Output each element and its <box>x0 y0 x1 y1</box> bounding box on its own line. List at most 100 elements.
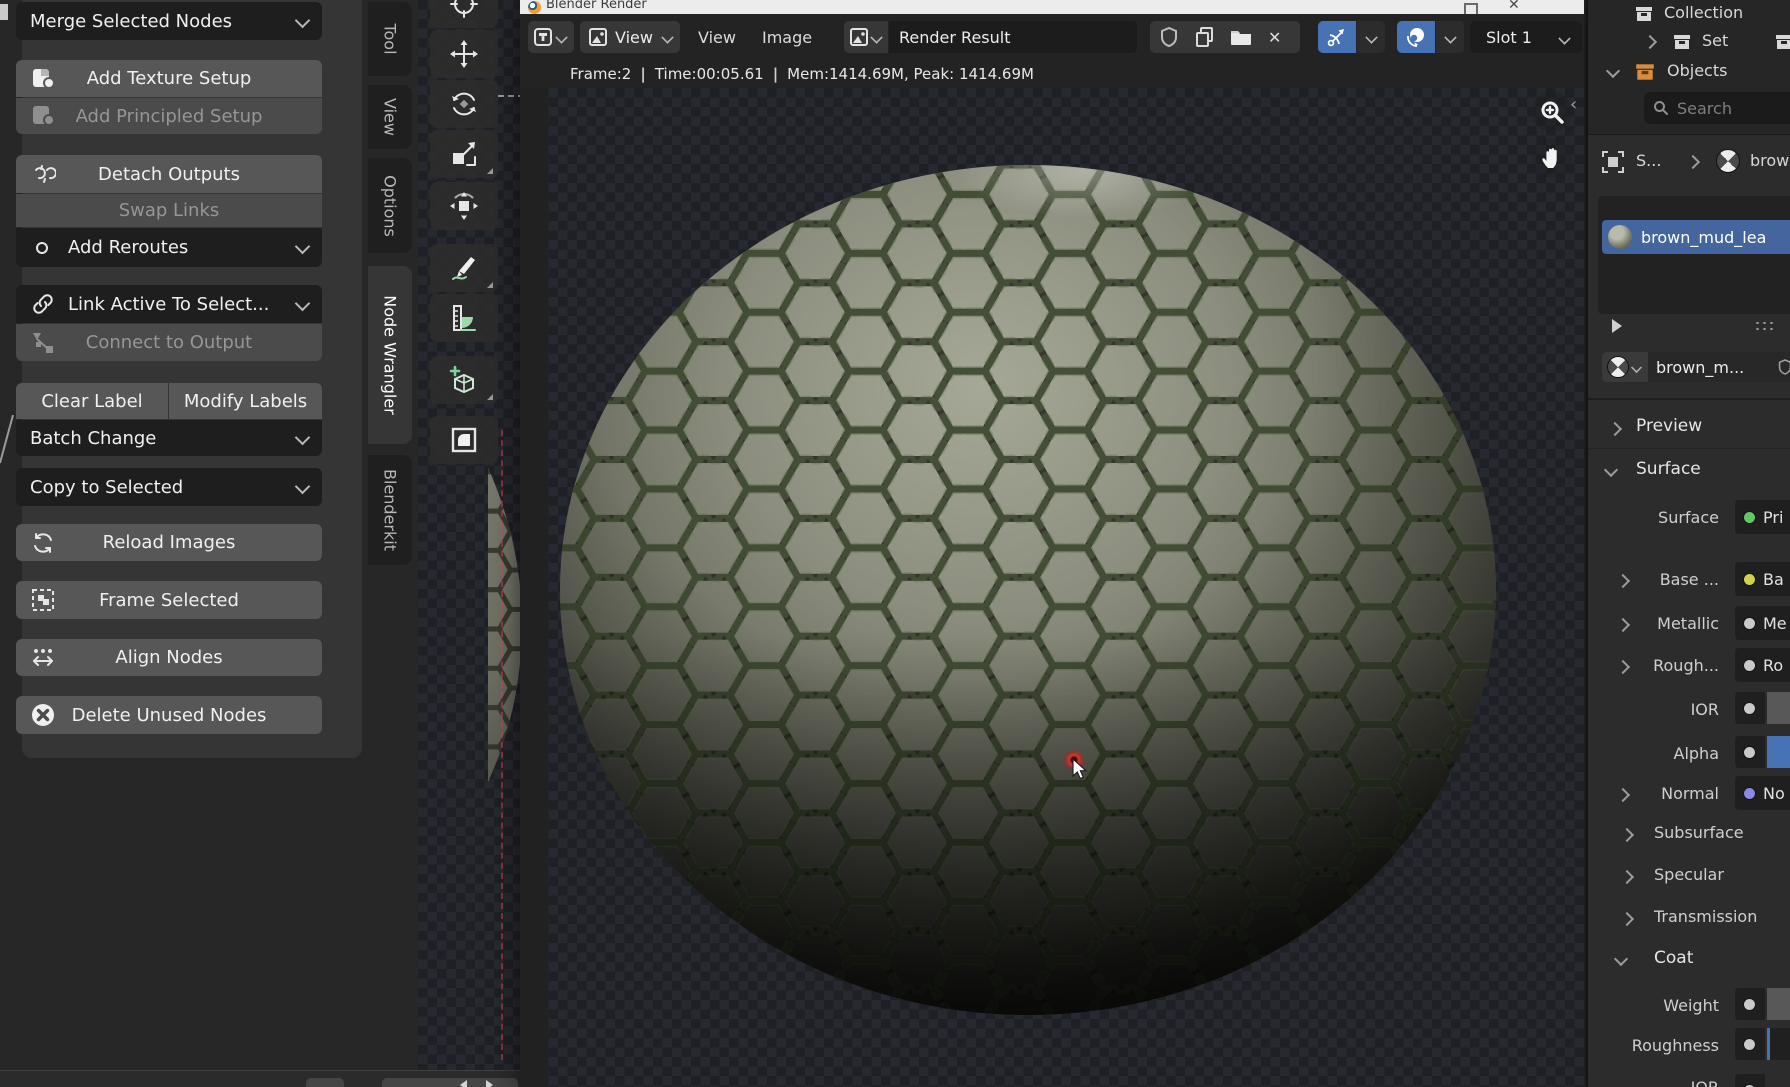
section-coat[interactable]: Coat <box>1654 948 1693 968</box>
outliner-row-objects[interactable]: Objects <box>1667 61 1727 80</box>
delete-unused-nodes-button[interactable]: Delete Unused Nodes <box>16 696 322 734</box>
prop-label-metallic: Metallic <box>1588 614 1719 633</box>
material-name-field[interactable]: brown_m... <box>1648 352 1790 382</box>
coat-ior-socket-button[interactable] <box>1735 1074 1765 1087</box>
collapse-arrow-icon[interactable] <box>1604 463 1618 477</box>
subpanel-transmission[interactable]: Transmission <box>1654 907 1757 926</box>
slot-dropdown[interactable]: Slot 1 <box>1470 21 1582 53</box>
editor-type-button[interactable] <box>528 21 574 53</box>
modify-labels-button[interactable]: Modify Labels <box>169 383 322 419</box>
material-browse-button[interactable] <box>1602 352 1648 382</box>
tab-options[interactable]: Options <box>368 158 412 253</box>
slot-specials-arrow[interactable] <box>1612 319 1622 333</box>
expand-arrow-icon[interactable] <box>1620 828 1634 842</box>
image-name-field[interactable]: Render Result <box>889 21 1137 53</box>
button-label: Copy to Selected <box>30 477 183 498</box>
add-principled-setup-button[interactable]: Add Principled Setup <box>16 98 322 134</box>
align-nodes-button[interactable]: Align Nodes <box>16 639 322 676</box>
copy-to-selected-button[interactable]: Copy to Selected <box>16 468 322 506</box>
prev-arrow-icon[interactable] <box>460 1080 467 1087</box>
render-result-viewport[interactable]: ‹ <box>520 88 1584 1087</box>
menu-view[interactable]: View <box>698 28 736 47</box>
ior-socket-button[interactable] <box>1735 692 1765 724</box>
metallic-button[interactable]: Me <box>1735 606 1790 640</box>
transform-tool-button[interactable] <box>430 182 498 230</box>
annotate-tool-button[interactable] <box>430 244 498 292</box>
editor-mode-dropdown[interactable]: View <box>580 21 680 53</box>
coat-roughness-socket-button[interactable] <box>1735 1028 1765 1060</box>
unlink-x-icon[interactable]: ✕ <box>1268 28 1281 47</box>
resize-grip[interactable] <box>1754 320 1776 332</box>
overlays-toggle-button[interactable] <box>1397 21 1435 53</box>
frame-selected-button[interactable]: Frame Selected <box>16 581 322 619</box>
next-arrow-icon[interactable] <box>486 1080 493 1087</box>
prop-label-roughness: Rough... <box>1588 656 1719 675</box>
alpha-socket-button[interactable] <box>1735 736 1765 768</box>
sidebar-toggle-arrow[interactable]: ‹ <box>1570 94 1577 115</box>
outliner-row-set[interactable]: Set <box>1702 31 1728 50</box>
fake-user-shield-icon[interactable] <box>1778 358 1790 376</box>
tab-view[interactable]: View <box>368 85 412 149</box>
fake-user-shield-icon[interactable] <box>1160 27 1178 47</box>
footer-button[interactable] <box>306 1078 344 1087</box>
collapse-arrow-icon[interactable] <box>1614 952 1628 966</box>
roughness-button[interactable]: Ro <box>1735 648 1790 682</box>
move-tool-button[interactable] <box>430 30 498 78</box>
subpanel-specular[interactable]: Specular <box>1654 865 1724 884</box>
scale-tool-button[interactable] <box>430 130 498 178</box>
window-titlebar[interactable]: Blender Render ✕ <box>520 0 1584 14</box>
add-texture-setup-button[interactable]: Add Texture Setup <box>16 60 322 97</box>
tab-tool[interactable]: Tool <box>368 2 412 76</box>
add-cube-tool-button[interactable] <box>430 356 498 404</box>
rotate-tool-button[interactable] <box>430 80 498 128</box>
material-slot-active[interactable]: brown_mud_lea <box>1602 220 1790 254</box>
batch-change-button[interactable]: Batch Change <box>16 420 322 456</box>
gizmos-toggle-button[interactable] <box>1318 21 1356 53</box>
coat-roughness-slider[interactable] <box>1767 1028 1790 1060</box>
section-surface[interactable]: Surface <box>1636 459 1701 479</box>
tab-blenderkit[interactable]: Blenderkit <box>368 455 412 565</box>
open-folder-icon[interactable] <box>1230 28 1252 46</box>
expand-arrow-icon[interactable] <box>1643 35 1657 49</box>
base-color-button[interactable]: Ba <box>1735 562 1790 596</box>
search-input[interactable]: Search <box>1644 92 1790 124</box>
ior-slider[interactable] <box>1767 692 1790 724</box>
merge-selected-nodes-button[interactable]: Merge Selected Nodes <box>16 2 322 40</box>
alpha-slider[interactable] <box>1767 736 1790 768</box>
menu-image[interactable]: Image <box>762 28 812 47</box>
tab-node-wrangler[interactable]: Node Wrangler <box>368 266 412 444</box>
collapse-arrow-icon[interactable] <box>1606 64 1620 78</box>
coat-weight-slider[interactable] <box>1767 988 1790 1020</box>
new-image-copy-icon[interactable] <box>1196 27 1214 47</box>
link-active-to-selected-button[interactable]: Link Active To Select... <box>16 285 322 323</box>
expand-arrow-icon[interactable] <box>1620 912 1634 926</box>
overlays-dropdown[interactable] <box>1436 21 1464 53</box>
expand-arrow-icon[interactable] <box>1608 422 1622 436</box>
gizmos-dropdown[interactable] <box>1357 21 1385 53</box>
image-browse-button[interactable] <box>844 21 888 53</box>
detach-outputs-button[interactable]: Detach Outputs <box>16 155 322 193</box>
tweak-tool-button[interactable] <box>430 0 498 28</box>
footer-frame-nav[interactable] <box>382 1078 518 1087</box>
expand-arrow-icon[interactable] <box>1620 870 1634 884</box>
add-reroutes-button[interactable]: Add Reroutes <box>16 228 322 267</box>
subpanel-subsurface[interactable]: Subsurface <box>1654 823 1744 842</box>
outliner-row-collection[interactable]: Collection <box>1664 3 1743 22</box>
prop-label-ior: IOR <box>1588 700 1719 719</box>
close-icon[interactable]: ✕ <box>1508 0 1520 13</box>
connect-to-output-button[interactable]: Connect to Output <box>16 324 322 361</box>
extrude-tool-button[interactable] <box>430 416 498 464</box>
section-preview[interactable]: Preview <box>1636 416 1702 436</box>
maximize-icon[interactable] <box>1464 3 1478 14</box>
coat-weight-socket-button[interactable] <box>1735 988 1765 1020</box>
zoom-in-overlay-button[interactable] <box>1532 92 1572 132</box>
breadcrumb-material[interactable]: brow <box>1750 151 1789 170</box>
pan-overlay-button[interactable] <box>1532 138 1572 178</box>
clear-label-button[interactable]: Clear Label <box>16 383 168 419</box>
breadcrumb-object[interactable]: S... <box>1636 151 1661 170</box>
measure-tool-button[interactable] <box>430 294 498 342</box>
reload-images-button[interactable]: Reload Images <box>16 524 322 561</box>
normal-button[interactable]: No <box>1735 776 1790 810</box>
surface-shader-button[interactable]: Pri <box>1735 500 1790 534</box>
swap-links-button[interactable]: Swap Links <box>16 194 322 227</box>
